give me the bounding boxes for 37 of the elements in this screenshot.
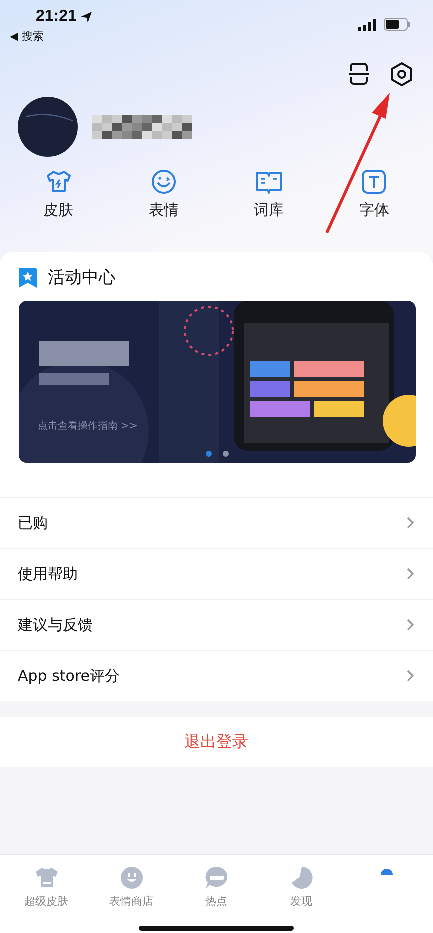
smiley-icon xyxy=(118,865,144,891)
section-title: 活动中心 xyxy=(48,267,116,289)
shortcut-button[interactable]: 表情 xyxy=(111,169,216,220)
menu-label: App store评分 xyxy=(18,666,120,686)
menu-label: 使用帮助 xyxy=(18,564,78,584)
shortcut-button[interactable]: 皮肤 xyxy=(6,169,112,220)
tab[interactable]: 发现 xyxy=(259,855,344,910)
tab[interactable]: 超级皮肤 xyxy=(4,855,89,910)
menu-item[interactable]: 已购 xyxy=(0,498,433,549)
smiley-icon xyxy=(150,169,178,195)
menu-label: 已购 xyxy=(18,514,48,532)
chevron-icon xyxy=(407,670,415,682)
shirt-icon xyxy=(44,169,73,195)
scan-icon[interactable] xyxy=(348,62,370,86)
book-icon xyxy=(255,169,284,195)
back-link[interactable]: ◀ 搜索 xyxy=(10,29,44,44)
menu-item[interactable]: App store评分 xyxy=(0,651,433,701)
bookmark-icon xyxy=(19,268,37,288)
guide-link[interactable]: 点击查看操作指南 >> xyxy=(38,419,138,433)
status-time: 21:21 xyxy=(36,8,77,26)
menu-label: 建议与反馈 xyxy=(18,616,93,634)
settings-icon[interactable] xyxy=(390,62,414,87)
avatar[interactable] xyxy=(18,97,78,157)
battery-icon xyxy=(384,18,411,31)
menu-item[interactable]: 建议与反馈 xyxy=(0,600,433,651)
location-icon xyxy=(80,10,93,24)
letter-icon xyxy=(360,169,388,195)
signal-icon xyxy=(358,18,376,30)
chevron-icon xyxy=(407,619,415,631)
logout-button[interactable]: 退出登录 xyxy=(0,717,433,767)
tab[interactable]: 表情商店 xyxy=(89,855,174,910)
shortcut-button[interactable]: 字体 xyxy=(322,169,427,220)
chevron-icon xyxy=(407,517,415,529)
menu-item[interactable]: 使用帮助 xyxy=(0,549,433,600)
chevron-icon xyxy=(407,568,415,580)
shortcut-button[interactable]: 词库 xyxy=(216,169,322,220)
hot-bubble-icon xyxy=(204,865,230,891)
